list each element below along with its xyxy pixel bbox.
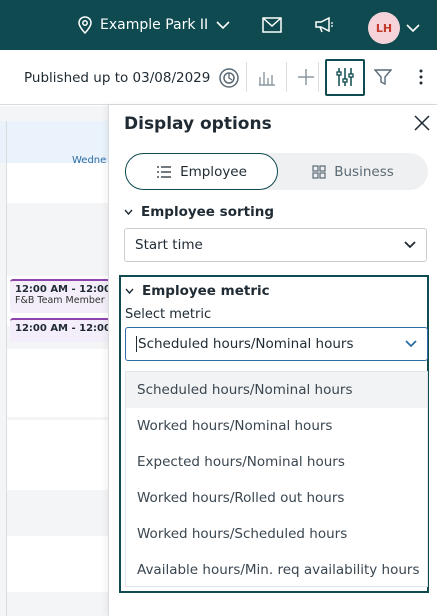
calendar-row [7, 349, 110, 417]
toolbar-divider [286, 62, 287, 92]
metric-option[interactable]: Available hours/Min. req availability ho… [126, 552, 427, 588]
chevron-down-icon [125, 288, 134, 294]
toolbar-divider [318, 62, 319, 92]
employee-sorting-section-toggle[interactable]: Employee sorting [124, 204, 274, 220]
chevron-down-icon [216, 21, 230, 30]
employee-metric-section: Employee metric Select metric Scheduled … [119, 275, 429, 593]
chevron-down-icon [405, 340, 417, 348]
mail-icon[interactable] [262, 17, 282, 33]
chevron-down-icon [124, 209, 133, 215]
employee-metric-section-toggle[interactable]: Employee metric [125, 283, 270, 299]
chevron-down-icon [406, 24, 420, 33]
employee-sorting-select[interactable]: Start time [124, 228, 427, 262]
chevron-down-icon [404, 241, 416, 249]
day-header: Wedne [0, 121, 110, 166]
select-metric-label: Select metric [125, 307, 212, 322]
grid-icon [312, 164, 326, 179]
toolbar-divider [246, 62, 247, 92]
published-status-text: Published up to 03/08/2029 [24, 69, 211, 86]
user-menu[interactable]: LH [368, 12, 420, 44]
schedule-calendar: Wedne 12:00 AM - 12:00 AM F&B Team Membe… [0, 106, 110, 616]
publish-status-icon[interactable] [218, 67, 240, 89]
location-pin-icon [78, 16, 92, 34]
location-name: Example Park II [100, 17, 209, 33]
metric-option[interactable]: Worked hours/Scheduled hours [126, 516, 427, 552]
calendar-row [7, 163, 110, 203]
metric-option[interactable]: Scheduled hours/Nominal hours [126, 372, 427, 408]
metric-options-list: Scheduled hours/Nominal hours Worked hou… [125, 371, 428, 587]
schedule-toolbar: Published up to 03/08/2029 [0, 50, 437, 105]
close-icon[interactable] [414, 115, 430, 131]
metric-option[interactable]: Worked hours/Nominal hours [126, 408, 427, 444]
calendar-row [7, 420, 110, 490]
filter-icon[interactable] [374, 68, 392, 86]
business-toggle-button[interactable]: Business [278, 153, 428, 190]
employee-toggle-button[interactable]: Employee [125, 153, 278, 190]
list-icon [157, 165, 172, 178]
metric-select[interactable]: Scheduled hours/Nominal hours [125, 327, 428, 361]
shift-block[interactable]: 12:00 AM - 12:00 AM F&B Team Member [10, 279, 110, 313]
megaphone-icon[interactable] [314, 17, 334, 33]
panel-title: Display options [124, 114, 272, 134]
avatar[interactable]: LH [368, 12, 400, 44]
plus-icon[interactable] [297, 68, 315, 86]
more-vertical-icon[interactable] [418, 68, 424, 86]
bar-chart-icon[interactable] [258, 68, 276, 86]
top-navigation-bar: Example Park II LH [0, 0, 437, 50]
view-toggle: Employee Business [125, 153, 428, 190]
sliders-icon[interactable] [335, 67, 355, 87]
metric-option[interactable]: Worked hours/Rolled out hours [126, 480, 427, 516]
calendar-row [7, 536, 110, 592]
text-cursor [136, 336, 137, 352]
shift-block[interactable]: 12:00 AM - 12:00 AM [10, 318, 110, 342]
metric-option[interactable]: Expected hours/Nominal hours [126, 444, 427, 480]
display-options-panel: Display options Employee Business Employ… [108, 105, 437, 616]
location-selector[interactable]: Example Park II [78, 0, 230, 50]
